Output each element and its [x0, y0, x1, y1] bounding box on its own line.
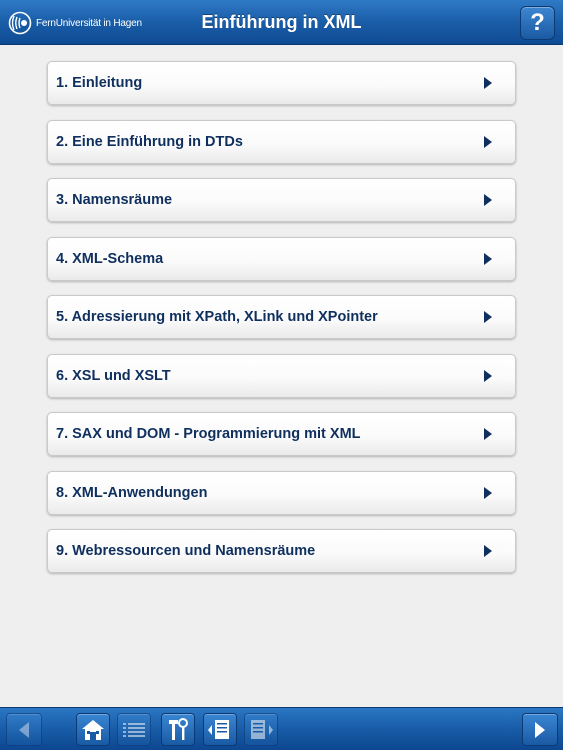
previous-page-button[interactable] [203, 713, 237, 746]
bottom-toolbar [0, 707, 563, 750]
chevron-right-icon [484, 428, 492, 440]
back-arrow-icon [19, 721, 29, 738]
menu-item-label: 2. Eine Einführung in DTDs [56, 133, 243, 150]
menu-item-dtds[interactable]: 2. Eine Einführung in DTDs [47, 119, 516, 164]
chevron-right-icon [484, 545, 492, 557]
tools-button[interactable] [161, 713, 195, 746]
header-bar: FernUniversität in Hagen Einführung in X… [0, 0, 563, 45]
menu-item-label: 5. Adressierung mit XPath, XLink und XPo… [56, 309, 378, 325]
chevron-right-icon [484, 77, 492, 89]
menu-item-sax-dom[interactable]: 7. SAX und DOM - Programmierung mit XML [47, 412, 516, 456]
menu-item-label: 1. Einleitung [56, 75, 143, 91]
menu-item-xsl-xslt[interactable]: 6. XSL und XSLT [47, 353, 516, 398]
contents-list-button[interactable] [117, 713, 151, 746]
next-page-button[interactable] [244, 713, 278, 746]
menu-item-label: 4. XML-Schema [56, 250, 164, 267]
list-icon [123, 722, 145, 737]
menu-item-label: 7. SAX und DOM - Programmierung mit XML [56, 426, 361, 442]
home-icon [82, 719, 104, 740]
menu-item-xml-anwendungen[interactable]: 8. XML-Anwendungen [47, 470, 516, 515]
menu-item-label: 3. Namensräume [56, 192, 173, 208]
chevron-right-icon [484, 135, 492, 148]
chevron-right-icon [484, 486, 492, 499]
chevron-right-icon [484, 252, 492, 265]
forward-button[interactable] [522, 713, 558, 746]
chevron-right-icon [484, 369, 492, 382]
help-button[interactable]: ? [520, 6, 555, 40]
page-title: Einführung in XML [201, 12, 362, 32]
chevron-right-icon [484, 311, 492, 323]
menu-item-xml-schema[interactable]: 4. XML-Schema [47, 236, 516, 281]
menu-item-webressourcen[interactable]: 9. Webressourcen und Namensräume [47, 529, 516, 573]
tools-icon [169, 717, 188, 740]
menu-item-adressierung[interactable]: 5. Adressierung mit XPath, XLink und XPo… [47, 295, 516, 339]
menu-item-label: 8. XML-Anwendungen [56, 484, 208, 501]
menu-item-einleitung[interactable]: 1. Einleitung [47, 61, 516, 105]
home-button[interactable] [76, 713, 110, 746]
menu-item-label: 6. XSL und XSLT [56, 367, 171, 384]
back-button[interactable] [6, 713, 42, 746]
menu-item-namensraeume[interactable]: 3. Namensräume [47, 178, 516, 222]
forward-arrow-icon [535, 721, 545, 738]
menu-item-label: 9. Webressourcen und Namensräume [56, 543, 316, 559]
page-next-icon [251, 719, 273, 739]
page-prev-icon [208, 719, 229, 739]
chevron-right-icon [484, 194, 492, 206]
